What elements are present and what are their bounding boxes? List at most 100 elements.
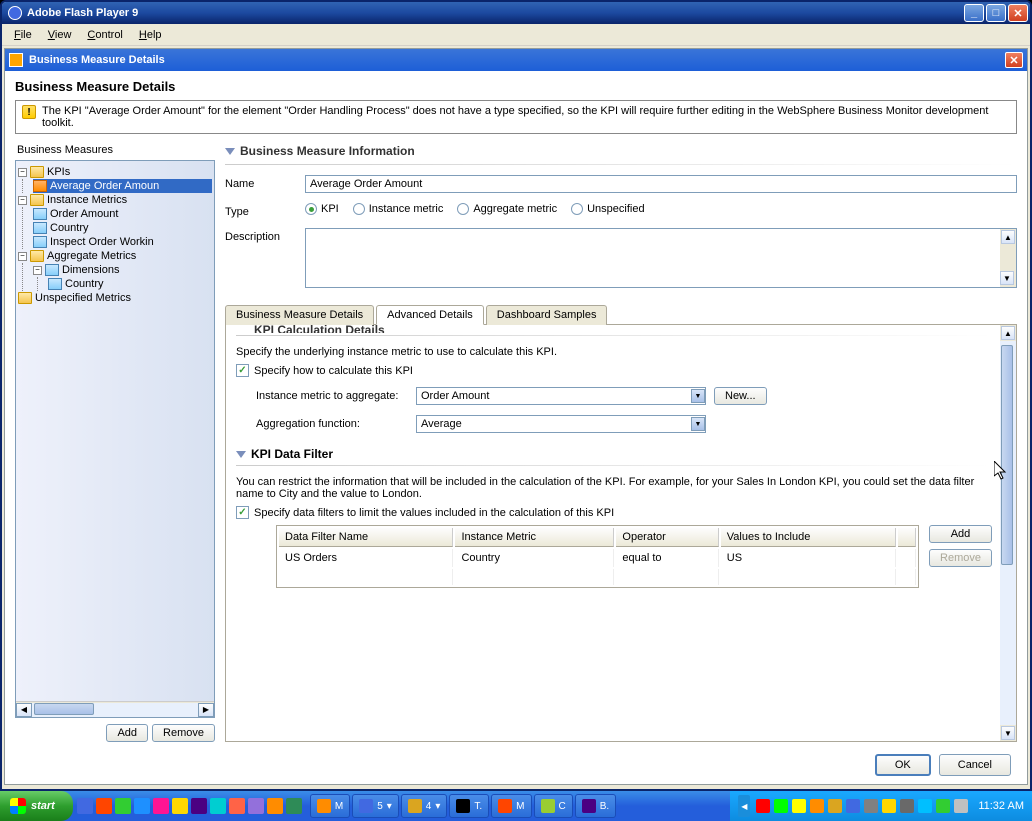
tray-icon[interactable] — [756, 799, 770, 813]
tree-dimensions[interactable]: − Dimensions — [33, 263, 212, 277]
tree-inspect-order[interactable]: Inspect Order Workin — [33, 235, 212, 249]
tray-icon[interactable] — [954, 799, 968, 813]
cell-metric[interactable]: Country — [455, 549, 614, 567]
tree-toggle-icon[interactable]: − — [18, 168, 27, 177]
cancel-button[interactable]: Cancel — [939, 754, 1011, 776]
radio-aggregate[interactable]: Aggregate metric — [457, 203, 557, 215]
task-item[interactable]: 5 ▾ — [352, 794, 399, 818]
tree-hscrollbar[interactable]: ◀ ▶ — [16, 701, 214, 717]
tree-country[interactable]: Country — [33, 221, 212, 235]
description-textarea[interactable]: ▲ ▼ — [305, 228, 1017, 288]
doc-close-button[interactable]: ✕ — [1005, 52, 1023, 68]
scroll-down-button[interactable]: ▼ — [1001, 726, 1015, 740]
ql-icon[interactable] — [96, 798, 112, 814]
scroll-thumb[interactable] — [1001, 345, 1013, 565]
tree-box[interactable]: − KPIs Average Order Amoun — [15, 160, 215, 718]
col-values[interactable]: Values to Include — [721, 528, 896, 547]
radio-instance[interactable]: Instance metric — [353, 203, 444, 215]
menu-control[interactable]: Control — [79, 27, 130, 43]
specify-filter-checkbox[interactable]: ✓ Specify data filters to limit the valu… — [236, 506, 992, 519]
doc-titlebar[interactable]: Business Measure Details ✕ — [5, 49, 1027, 71]
tray-icon[interactable] — [792, 799, 806, 813]
cell-name[interactable]: US Orders — [279, 549, 453, 567]
cell-operator[interactable]: equal to — [616, 549, 718, 567]
name-input[interactable] — [305, 175, 1017, 193]
ql-icon[interactable] — [286, 798, 302, 814]
tray-icon[interactable] — [900, 799, 914, 813]
task-item[interactable]: 4 ▾ — [401, 794, 448, 818]
task-item[interactable]: C — [534, 794, 573, 818]
tray-icon[interactable] — [774, 799, 788, 813]
filter-table[interactable]: Data Filter Name Instance Metric Operato… — [276, 525, 919, 588]
scroll-track[interactable] — [1000, 341, 1016, 725]
tree-kpis[interactable]: − KPIs — [18, 165, 212, 179]
ok-button[interactable]: OK — [875, 754, 931, 776]
tree-remove-button[interactable]: Remove — [152, 724, 215, 742]
instance-metric-select[interactable]: Order Amount ▼ — [416, 387, 706, 405]
menu-file[interactable]: File — [6, 27, 40, 43]
tree-dim-country[interactable]: Country — [48, 277, 212, 291]
tray-icon[interactable] — [846, 799, 860, 813]
scroll-right-button[interactable]: ▶ — [198, 703, 214, 717]
tray-icon[interactable] — [828, 799, 842, 813]
ql-icon[interactable] — [229, 798, 245, 814]
ql-icon[interactable] — [134, 798, 150, 814]
ql-icon[interactable] — [267, 798, 283, 814]
filter-add-button[interactable]: Add — [929, 525, 992, 543]
menu-view[interactable]: View — [40, 27, 80, 43]
radio-kpi[interactable]: KPI — [305, 203, 339, 215]
start-button[interactable]: start — [0, 791, 73, 821]
filter-remove-button[interactable]: Remove — [929, 549, 992, 567]
task-item[interactable]: B. — [575, 794, 616, 818]
tree-avg-order-amount[interactable]: Average Order Amoun — [33, 179, 212, 193]
ql-icon[interactable] — [115, 798, 131, 814]
tree-toggle-icon[interactable]: − — [18, 252, 27, 261]
table-row[interactable] — [279, 569, 916, 585]
tab-dashboard[interactable]: Dashboard Samples — [486, 305, 608, 325]
tray-icon[interactable] — [882, 799, 896, 813]
tray-expand[interactable]: ◀ — [738, 795, 750, 817]
minimize-button[interactable]: _ — [964, 4, 984, 22]
tray-icon[interactable] — [810, 799, 824, 813]
task-item[interactable]: M — [491, 794, 531, 818]
tab-advanced[interactable]: Advanced Details — [376, 305, 484, 325]
tree-toggle-icon[interactable]: − — [33, 266, 42, 275]
menu-help[interactable]: Help — [131, 27, 170, 43]
info-section-header[interactable]: Business Measure Information — [225, 144, 1017, 158]
clock[interactable]: 11:32 AM — [978, 800, 1024, 812]
table-row[interactable]: US Orders Country equal to US — [279, 549, 916, 567]
ql-icon[interactable] — [77, 798, 93, 814]
ql-icon[interactable] — [172, 798, 188, 814]
ql-icon[interactable] — [210, 798, 226, 814]
textarea-scrollbar[interactable]: ▲ ▼ — [1000, 229, 1016, 287]
task-item[interactable]: M — [310, 794, 350, 818]
scroll-track[interactable] — [32, 703, 198, 717]
task-item[interactable]: T. — [449, 794, 489, 818]
maximize-button[interactable]: □ — [986, 4, 1006, 22]
scroll-up-button[interactable]: ▲ — [1001, 230, 1015, 244]
col-operator[interactable]: Operator — [616, 528, 718, 547]
specify-calc-checkbox[interactable]: ✓ Specify how to calculate this KPI — [236, 364, 992, 377]
cell-value[interactable]: US — [721, 549, 896, 567]
ql-icon[interactable] — [191, 798, 207, 814]
ql-icon[interactable] — [248, 798, 264, 814]
close-button[interactable]: ✕ — [1008, 4, 1028, 22]
ql-icon[interactable] — [153, 798, 169, 814]
new-metric-button[interactable]: New... — [714, 387, 767, 405]
tray-icon[interactable] — [864, 799, 878, 813]
outer-titlebar[interactable]: Adobe Flash Player 9 _ □ ✕ — [2, 2, 1030, 24]
tab-vscrollbar[interactable]: ▲ ▼ — [1000, 325, 1016, 741]
tree-aggregate-metrics[interactable]: − Aggregate Metrics — [18, 249, 212, 263]
tray-icon[interactable] — [918, 799, 932, 813]
scroll-left-button[interactable]: ◀ — [16, 703, 32, 717]
tab-details[interactable]: Business Measure Details — [225, 305, 374, 325]
tree-order-amount[interactable]: Order Amount — [33, 207, 212, 221]
radio-unspecified[interactable]: Unspecified — [571, 203, 644, 215]
tree-unspecified-metrics[interactable]: Unspecified Metrics — [18, 291, 212, 305]
scroll-thumb[interactable] — [34, 703, 94, 715]
col-instance-metric[interactable]: Instance Metric — [455, 528, 614, 547]
col-filter-name[interactable]: Data Filter Name — [279, 528, 453, 547]
tray-icon[interactable] — [936, 799, 950, 813]
filter-section-header[interactable]: KPI Data Filter — [236, 447, 992, 461]
tree-instance-metrics[interactable]: − Instance Metrics — [18, 193, 212, 207]
